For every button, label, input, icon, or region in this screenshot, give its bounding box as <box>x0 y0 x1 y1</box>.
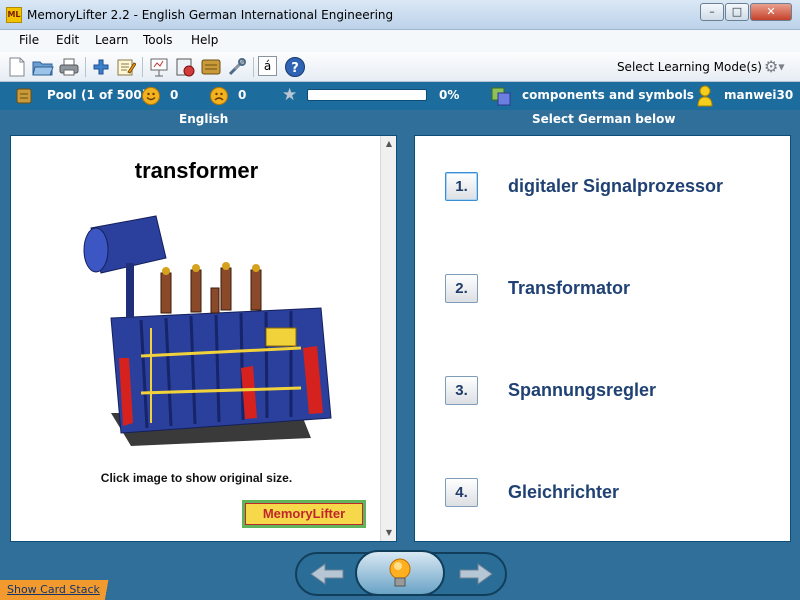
statistics-button[interactable] <box>174 56 196 78</box>
toolbar-separator <box>142 57 143 77</box>
help-button[interactable]: ? <box>284 56 306 78</box>
presentation-board-icon <box>150 58 168 77</box>
card-image[interactable] <box>71 208 341 453</box>
previous-card-button[interactable] <box>299 554 355 594</box>
presentation-button[interactable] <box>148 56 170 78</box>
help-icon: ? <box>285 57 305 77</box>
menu-learn[interactable]: Learn <box>95 33 129 47</box>
pool-count: (1 of 500) <box>81 88 148 102</box>
card-statistics-icon <box>176 58 195 77</box>
answer-number-button[interactable]: 2. <box>445 274 478 303</box>
tools-icon <box>228 58 246 76</box>
print-button[interactable] <box>58 56 80 78</box>
answer-text[interactable]: digitaler Signalprozessor <box>508 176 723 197</box>
progress-percent: 0% <box>439 88 460 102</box>
toolbar-separator <box>253 57 254 77</box>
question-language-header: English <box>179 112 229 126</box>
wrong-count: 0 <box>238 88 247 102</box>
app-icon: ML <box>6 7 22 23</box>
memorylifter-logo: MemoryLifter <box>242 500 366 528</box>
special-characters-button[interactable]: á <box>258 56 277 76</box>
notepad-edit-icon <box>117 59 136 76</box>
image-caption: Click image to show original size. <box>100 471 293 485</box>
menu-bar: File Edit Learn Tools Help <box>0 30 800 52</box>
answer-option-2[interactable]: 2. Transformator <box>445 274 785 306</box>
pool-icon <box>15 87 33 108</box>
printer-icon <box>59 58 79 76</box>
card-scrollbar[interactable]: ▲ ▼ <box>380 136 396 541</box>
answer-option-4[interactable]: 4. Gleichrichter <box>445 478 785 510</box>
answer-number-button[interactable]: 3. <box>445 376 478 405</box>
menu-edit[interactable]: Edit <box>56 33 79 47</box>
toolbar-separator <box>85 57 86 77</box>
hint-button[interactable] <box>355 550 445 596</box>
card-box-button[interactable] <box>200 56 222 78</box>
maximize-button[interactable]: □ <box>725 3 749 21</box>
question-card: transformer Click image to show original… <box>10 135 397 542</box>
title-bar: ML MemoryLifter 2.2 - English German Int… <box>0 0 800 30</box>
new-button[interactable] <box>6 56 28 78</box>
svg-text:?: ? <box>291 61 299 76</box>
learning-mode-label[interactable]: Select Learning Mode(s) <box>617 60 762 74</box>
minimize-button[interactable]: – <box>700 3 724 21</box>
pool-label: Pool <box>47 88 77 102</box>
show-card-stack-link[interactable]: Show Card Stack <box>7 583 100 596</box>
arrow-left-icon <box>310 563 344 585</box>
open-button[interactable] <box>32 56 54 78</box>
answer-number-button[interactable]: 4. <box>445 478 478 507</box>
window-title: MemoryLifter 2.2 - English German Intern… <box>27 8 394 22</box>
answer-option-1[interactable]: 1. digitaler Signalprozessor <box>445 172 785 204</box>
new-document-icon <box>9 57 25 77</box>
settings-button[interactable] <box>226 56 248 78</box>
progress-bar <box>307 89 427 101</box>
answer-text[interactable]: Gleichrichter <box>508 482 619 503</box>
chapter-name[interactable]: components and symbols <box>522 88 694 102</box>
lightbulb-icon <box>389 558 411 587</box>
scroll-up-arrow-icon[interactable]: ▲ <box>381 136 397 152</box>
correct-count: 0 <box>170 88 179 102</box>
chapter-icon <box>491 85 513 110</box>
menu-help[interactable]: Help <box>191 33 218 47</box>
menu-tools[interactable]: Tools <box>143 33 173 47</box>
close-button[interactable]: ✕ <box>750 3 792 21</box>
gear-icon: ⚙ <box>764 57 779 76</box>
add-card-button[interactable] <box>90 56 112 78</box>
card-stack-tab: Show Card Stack <box>0 580 124 600</box>
next-card-button[interactable] <box>448 554 504 594</box>
happy-smiley-icon <box>142 87 160 105</box>
answer-text[interactable]: Spannungsregler <box>508 380 656 401</box>
menu-file[interactable]: File <box>19 33 39 47</box>
learning-mode-dropdown[interactable]: ⚙▼ <box>764 57 790 77</box>
user-name[interactable]: manwei30 <box>724 88 793 102</box>
scroll-down-arrow-icon[interactable]: ▼ <box>381 525 397 541</box>
plus-icon <box>93 59 109 75</box>
answer-option-3[interactable]: 3. Spannungsregler <box>445 376 785 408</box>
user-icon <box>697 85 713 110</box>
answer-number-button[interactable]: 1. <box>445 172 478 201</box>
arrow-right-icon <box>459 563 493 585</box>
answer-language-header: Select German below <box>532 112 676 126</box>
star-icon: ★ <box>282 85 298 105</box>
card-box-icon <box>201 59 221 75</box>
question-word: transformer <box>134 158 259 183</box>
folder-open-icon <box>32 61 54 76</box>
toolbar: á ? Select Learning Mode(s) ⚙▼ <box>0 52 800 82</box>
sad-smiley-icon <box>210 87 228 105</box>
answer-text[interactable]: Transformator <box>508 278 630 299</box>
answer-panel: 1. digitaler Signalprozessor 2. Transfor… <box>414 135 791 542</box>
edit-card-button[interactable] <box>115 56 137 78</box>
chevron-down-icon: ▼ <box>778 62 785 72</box>
